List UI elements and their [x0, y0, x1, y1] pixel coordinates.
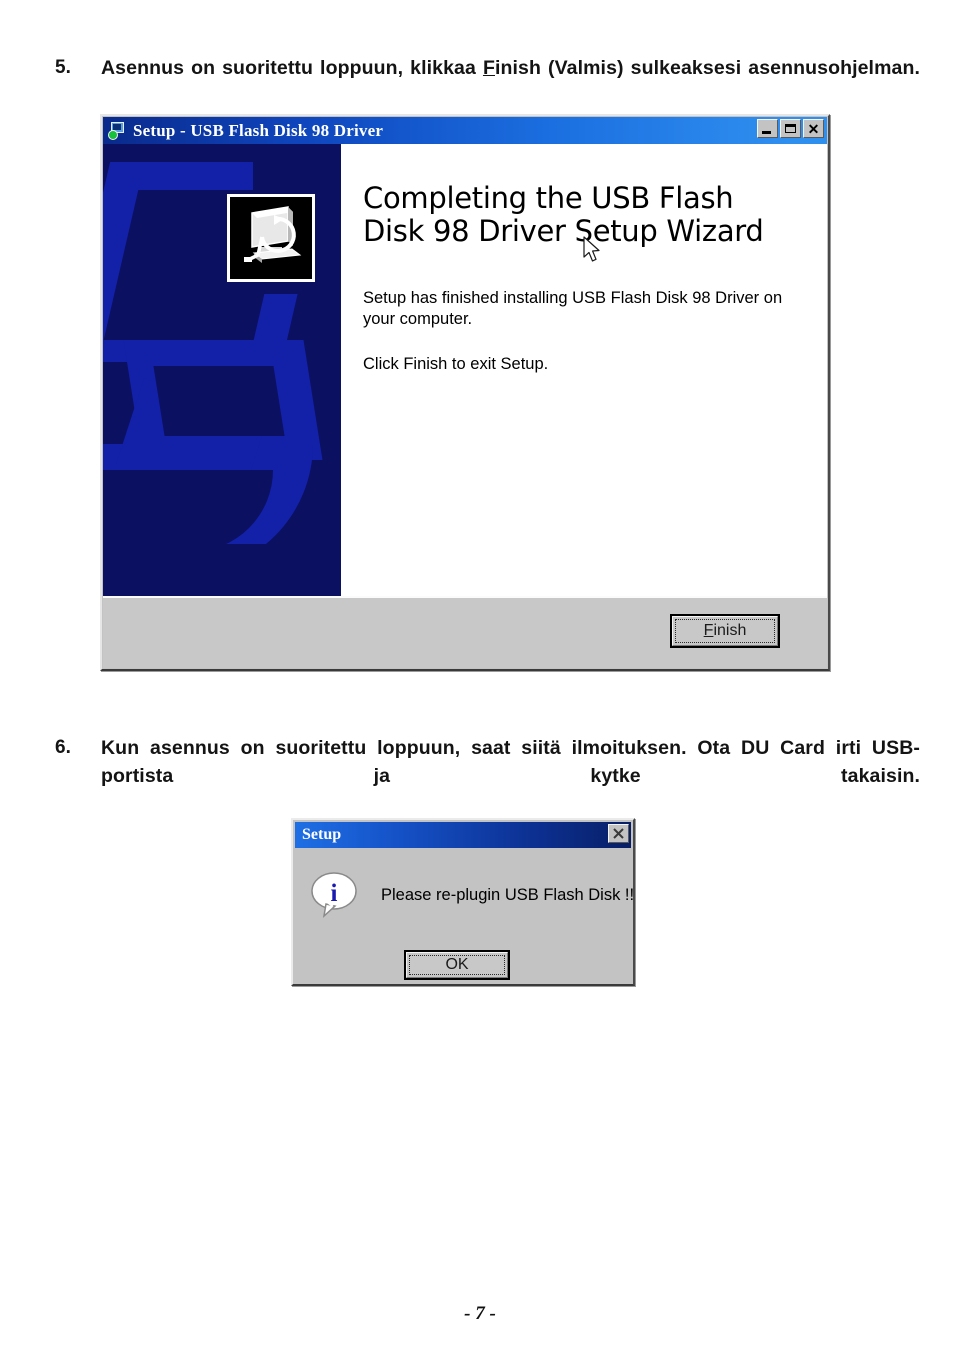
step-text: Asennus on suoritettu loppuun, klikkaa F… [101, 54, 920, 110]
wizard-paragraph-2: Click Finish to exit Setup. [363, 355, 549, 373]
dialog-body: i Please re-plugin USB Flash Disk !! OK [293, 850, 635, 984]
wizard-main-panel: Completing the USB Flash Disk 98 Driver … [341, 144, 827, 597]
window-title-bar[interactable]: Setup - USB Flash Disk 98 Driver ✕ [103, 117, 827, 144]
close-icon[interactable] [608, 824, 629, 843]
svg-text:i: i [331, 880, 338, 907]
info-icon: i [310, 870, 362, 922]
step-number: 6. [55, 737, 71, 758]
wizard-side-panel [103, 144, 341, 597]
finish-label-underlined-letter: F [703, 622, 714, 639]
close-x-glyph [613, 828, 624, 839]
window-body: Completing the USB Flash Disk 98 Driver … [103, 144, 827, 668]
instruction-step-6: 6. Kun asennus on suoritettu loppuun, sa… [55, 734, 920, 818]
step5-finish-rest: inish [494, 57, 541, 79]
dialog-title-bar[interactable]: Setup [295, 822, 631, 848]
window-controls: ✕ [757, 119, 824, 138]
wizard-paragraph-1: Setup has finished installing USB Flash … [363, 289, 783, 328]
dialog-title: Setup [302, 826, 342, 843]
wizard-heading: Completing the USB Flash Disk 98 Driver … [363, 181, 764, 248]
wizard-button-bar: Finish [103, 596, 827, 668]
step5-finish-underlined-letter: F [482, 57, 495, 79]
wizard-content-area: Completing the USB Flash Disk 98 Driver … [103, 144, 827, 599]
setup-disk-icon [107, 121, 127, 141]
close-icon[interactable]: ✕ [803, 119, 824, 138]
maximize-icon[interactable] [780, 119, 801, 138]
computer-install-icon [227, 194, 315, 282]
step5-text-after: (Valmis) sulkeaksesi asennusohjelman. [541, 57, 920, 79]
step-text: Kun asennus on suoritettu loppuun, saat … [101, 737, 920, 787]
dialog-message: Please re-plugin USB Flash Disk !! [381, 886, 635, 904]
setup-message-dialog: Setup i Please re-plugin USB Flash Disk … [291, 818, 635, 986]
ok-button-label: OK [409, 955, 505, 975]
minimize-icon[interactable] [757, 119, 778, 138]
window-title: Setup - USB Flash Disk 98 Driver [133, 120, 384, 140]
finish-button[interactable]: Finish [670, 614, 780, 648]
setup-wizard-window: Setup - USB Flash Disk 98 Driver ✕ Compl… [100, 114, 830, 671]
step-number: 5. [55, 57, 71, 78]
step5-text-before: Asennus on suoritettu loppuun, klikkaa [101, 57, 483, 79]
finish-label-rest: inish [713, 622, 747, 639]
instruction-step-5: 5. Asennus on suoritettu loppuun, klikka… [55, 54, 920, 110]
page-number: - 7 - [464, 1303, 496, 1324]
ok-button[interactable]: OK [404, 950, 510, 980]
